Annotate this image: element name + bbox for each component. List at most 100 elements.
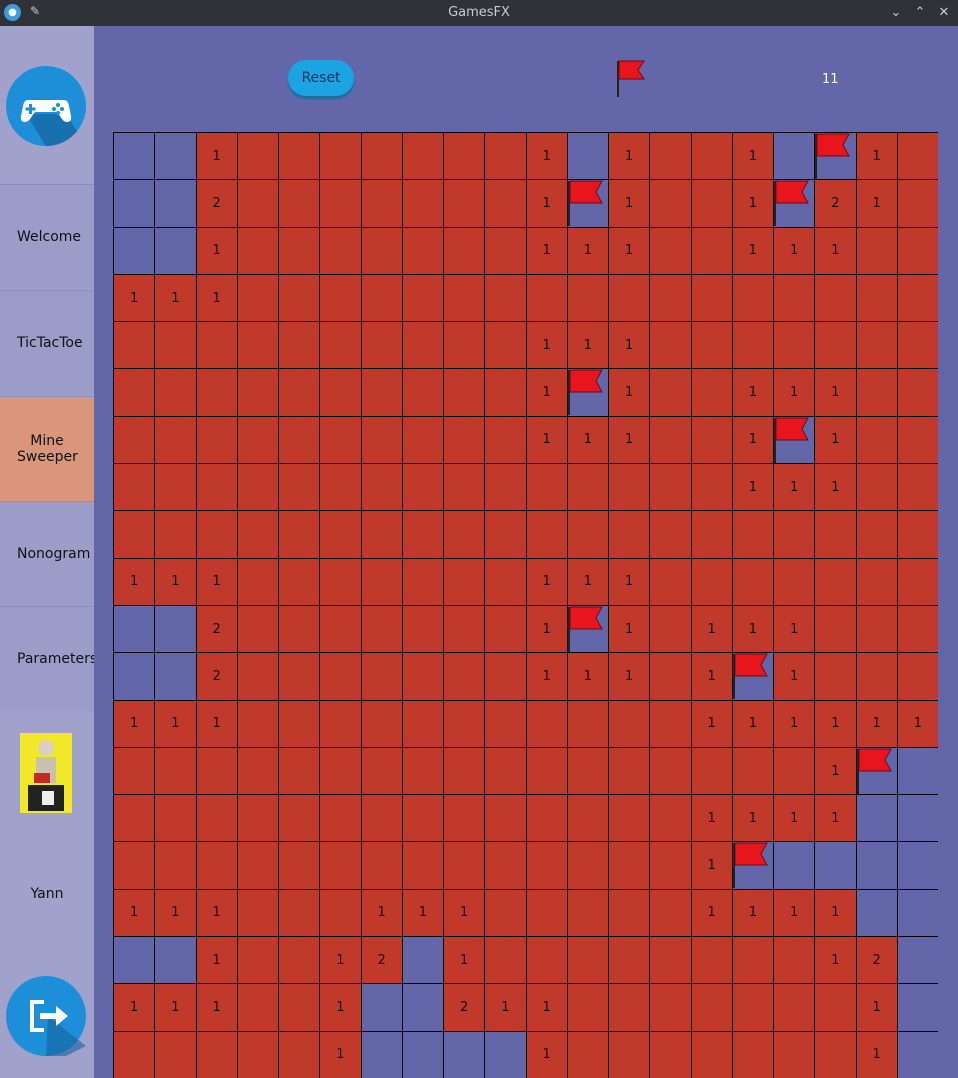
hidden-cell[interactable]	[444, 133, 485, 180]
number-cell[interactable]: 1	[114, 984, 155, 1031]
hidden-cell[interactable]	[279, 842, 320, 889]
hidden-cell[interactable]	[320, 227, 361, 274]
flagged-cell[interactable]	[567, 605, 608, 653]
hidden-cell[interactable]	[361, 747, 402, 795]
hidden-cell[interactable]	[691, 227, 732, 274]
hidden-cell[interactable]	[774, 322, 815, 369]
hidden-cell[interactable]	[650, 937, 691, 984]
number-cell[interactable]: 1	[691, 842, 732, 889]
hidden-cell[interactable]	[279, 274, 320, 322]
hidden-cell[interactable]	[320, 274, 361, 322]
hidden-cell[interactable]	[815, 322, 856, 369]
hidden-cell[interactable]	[732, 984, 773, 1031]
hidden-cell[interactable]	[279, 322, 320, 369]
hidden-cell[interactable]	[691, 1031, 732, 1078]
hidden-cell[interactable]	[320, 889, 361, 937]
hidden-cell[interactable]	[609, 842, 650, 889]
revealed-cell[interactable]	[402, 1031, 443, 1078]
hidden-cell[interactable]	[402, 369, 443, 416]
revealed-cell[interactable]	[114, 653, 155, 700]
hidden-cell[interactable]	[444, 747, 485, 795]
number-cell[interactable]: 1	[774, 700, 815, 747]
hidden-cell[interactable]	[897, 416, 938, 464]
hidden-cell[interactable]	[155, 747, 196, 795]
number-cell[interactable]: 1	[196, 227, 237, 274]
hidden-cell[interactable]	[691, 180, 732, 227]
hidden-cell[interactable]	[650, 984, 691, 1031]
number-cell[interactable]: 1	[732, 133, 773, 180]
hidden-cell[interactable]	[650, 464, 691, 511]
number-cell[interactable]: 1	[526, 369, 567, 416]
hidden-cell[interactable]	[485, 842, 526, 889]
revealed-cell[interactable]	[897, 795, 938, 842]
number-cell[interactable]: 1	[815, 937, 856, 984]
number-cell[interactable]: 1	[114, 558, 155, 605]
number-cell[interactable]: 1	[196, 274, 237, 322]
hidden-cell[interactable]	[237, 795, 278, 842]
number-cell[interactable]: 1	[815, 227, 856, 274]
hidden-cell[interactable]	[485, 227, 526, 274]
hidden-cell[interactable]	[196, 747, 237, 795]
hidden-cell[interactable]	[774, 511, 815, 558]
hidden-cell[interactable]	[361, 605, 402, 653]
number-cell[interactable]: 1	[691, 700, 732, 747]
hidden-cell[interactable]	[361, 416, 402, 464]
hidden-cell[interactable]	[526, 700, 567, 747]
hidden-cell[interactable]	[155, 416, 196, 464]
hidden-cell[interactable]	[114, 416, 155, 464]
hidden-cell[interactable]	[320, 511, 361, 558]
hidden-cell[interactable]	[444, 274, 485, 322]
hidden-cell[interactable]	[320, 605, 361, 653]
number-cell[interactable]: 1	[774, 653, 815, 700]
hidden-cell[interactable]	[114, 511, 155, 558]
hidden-cell[interactable]	[609, 511, 650, 558]
hidden-cell[interactable]	[485, 937, 526, 984]
revealed-cell[interactable]	[114, 227, 155, 274]
hidden-cell[interactable]	[114, 747, 155, 795]
flagged-cell[interactable]	[774, 180, 815, 227]
revealed-cell[interactable]	[897, 1031, 938, 1078]
hidden-cell[interactable]	[485, 700, 526, 747]
revealed-cell[interactable]	[897, 842, 938, 889]
hidden-cell[interactable]	[567, 700, 608, 747]
hidden-cell[interactable]	[320, 700, 361, 747]
revealed-cell[interactable]	[361, 1031, 402, 1078]
hidden-cell[interactable]	[567, 511, 608, 558]
hidden-cell[interactable]	[402, 842, 443, 889]
hidden-cell[interactable]	[774, 984, 815, 1031]
minimize-icon[interactable]: ⌄	[886, 3, 906, 23]
hidden-cell[interactable]	[155, 369, 196, 416]
number-cell[interactable]: 1	[526, 653, 567, 700]
hidden-cell[interactable]	[856, 416, 897, 464]
hidden-cell[interactable]	[444, 605, 485, 653]
hidden-cell[interactable]	[361, 842, 402, 889]
hidden-cell[interactable]	[361, 180, 402, 227]
hidden-cell[interactable]	[402, 227, 443, 274]
hidden-cell[interactable]	[237, 227, 278, 274]
hidden-cell[interactable]	[815, 1031, 856, 1078]
revealed-cell[interactable]	[485, 1031, 526, 1078]
number-cell[interactable]: 2	[856, 937, 897, 984]
hidden-cell[interactable]	[320, 180, 361, 227]
hidden-cell[interactable]	[609, 1031, 650, 1078]
hidden-cell[interactable]	[897, 274, 938, 322]
hidden-cell[interactable]	[650, 842, 691, 889]
number-cell[interactable]: 1	[815, 889, 856, 937]
hidden-cell[interactable]	[691, 511, 732, 558]
number-cell[interactable]: 1	[444, 889, 485, 937]
number-cell[interactable]: 1	[609, 322, 650, 369]
number-cell[interactable]: 1	[114, 889, 155, 937]
hidden-cell[interactable]	[897, 180, 938, 227]
number-cell[interactable]: 1	[526, 1031, 567, 1078]
number-cell[interactable]: 1	[444, 937, 485, 984]
number-cell[interactable]: 1	[526, 180, 567, 227]
number-cell[interactable]: 1	[774, 464, 815, 511]
hidden-cell[interactable]	[897, 511, 938, 558]
hidden-cell[interactable]	[279, 937, 320, 984]
revealed-cell[interactable]	[155, 653, 196, 700]
hidden-cell[interactable]	[237, 464, 278, 511]
hidden-cell[interactable]	[114, 1031, 155, 1078]
number-cell[interactable]: 1	[609, 227, 650, 274]
hidden-cell[interactable]	[485, 511, 526, 558]
hidden-cell[interactable]	[279, 653, 320, 700]
